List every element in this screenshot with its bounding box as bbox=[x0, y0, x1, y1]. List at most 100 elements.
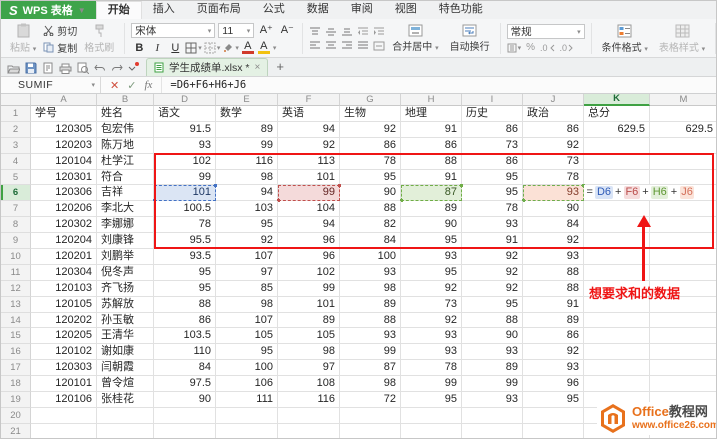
cell-E19[interactable]: 111 bbox=[216, 392, 278, 408]
cell-G9[interactable]: 84 bbox=[340, 233, 401, 249]
row-header-10[interactable]: 10 bbox=[1, 249, 31, 265]
cell-G8[interactable]: 82 bbox=[340, 217, 401, 233]
tab-data[interactable]: 数据 bbox=[296, 1, 340, 19]
cell-A15[interactable]: 120205 bbox=[31, 328, 97, 344]
print-icon[interactable] bbox=[59, 63, 72, 74]
cell-J12[interactable]: 88 bbox=[523, 281, 584, 297]
export-icon[interactable] bbox=[42, 62, 54, 74]
cell-H2[interactable]: 91 bbox=[401, 122, 462, 138]
cell-A7[interactable]: 120206 bbox=[31, 201, 97, 217]
cell-A16[interactable]: 120102 bbox=[31, 344, 97, 360]
cell-H20[interactable] bbox=[401, 408, 462, 424]
cell-F14[interactable]: 89 bbox=[278, 313, 340, 329]
cell-K17[interactable] bbox=[584, 360, 650, 376]
cell-J6[interactable]: 93 bbox=[523, 185, 584, 201]
align-bottom-icon[interactable] bbox=[341, 27, 353, 37]
cell-A3[interactable]: 120203 bbox=[31, 138, 97, 154]
row-header-7[interactable]: 7 bbox=[1, 201, 31, 217]
cell-F20[interactable] bbox=[278, 408, 340, 424]
cell-G17[interactable]: 87 bbox=[340, 360, 401, 376]
cell-E8[interactable]: 95 bbox=[216, 217, 278, 233]
cell-E2[interactable]: 89 bbox=[216, 122, 278, 138]
tab-view[interactable]: 视图 bbox=[384, 1, 428, 19]
cell-A11[interactable]: 120304 bbox=[31, 265, 97, 281]
close-tab-icon[interactable]: × bbox=[255, 62, 261, 73]
column-header-B[interactable]: B bbox=[97, 94, 154, 106]
distribute-icon[interactable] bbox=[373, 41, 385, 51]
align-top-icon[interactable] bbox=[309, 27, 321, 37]
cell-D9[interactable]: 95.5 bbox=[154, 233, 216, 249]
cell-F11[interactable]: 102 bbox=[278, 265, 340, 281]
cell-F12[interactable]: 99 bbox=[278, 281, 340, 297]
cell-A13[interactable]: 120105 bbox=[31, 297, 97, 313]
format-painter-button[interactable]: 格式刷 bbox=[80, 22, 118, 56]
cell-E20[interactable] bbox=[216, 408, 278, 424]
cell-D16[interactable]: 110 bbox=[154, 344, 216, 360]
cell-J4[interactable]: 73 bbox=[523, 154, 584, 170]
cell-F21[interactable] bbox=[278, 424, 340, 438]
cell-G13[interactable]: 89 bbox=[340, 297, 401, 313]
cell-I19[interactable]: 93 bbox=[462, 392, 523, 408]
cell-G18[interactable]: 98 bbox=[340, 376, 401, 392]
row-header-1[interactable]: 1 bbox=[1, 106, 31, 122]
cell-H15[interactable]: 93 bbox=[401, 328, 462, 344]
insert-function-icon[interactable]: fx bbox=[144, 79, 152, 91]
column-header-A[interactable]: A bbox=[31, 94, 97, 106]
cell-D5[interactable]: 99 bbox=[154, 170, 216, 186]
cell-J15[interactable]: 86 bbox=[523, 328, 584, 344]
cell-K3[interactable] bbox=[584, 138, 650, 154]
cell-M7[interactable] bbox=[650, 201, 716, 217]
cell-B14[interactable]: 孙玉敏 bbox=[97, 313, 154, 329]
undo-icon[interactable] bbox=[94, 63, 106, 73]
cell-E17[interactable]: 100 bbox=[216, 360, 278, 376]
cell-B15[interactable]: 王清华 bbox=[97, 328, 154, 344]
cell-J17[interactable]: 93 bbox=[523, 360, 584, 376]
cell-J13[interactable]: 91 bbox=[523, 297, 584, 313]
cell-D6[interactable]: 101 bbox=[154, 185, 216, 201]
cell-J19[interactable]: 95 bbox=[523, 392, 584, 408]
cell-A17[interactable]: 120303 bbox=[31, 360, 97, 376]
conditional-formatting-button[interactable]: 条件格式 ▾ bbox=[598, 22, 652, 56]
cell-A19[interactable]: 120106 bbox=[31, 392, 97, 408]
cell-I6[interactable]: 95 bbox=[462, 185, 523, 201]
cell-D4[interactable]: 102 bbox=[154, 154, 216, 170]
save-icon[interactable] bbox=[25, 62, 37, 74]
cell-B10[interactable]: 刘鹏举 bbox=[97, 249, 154, 265]
cell-E14[interactable]: 107 bbox=[216, 313, 278, 329]
table-style-button[interactable]: 表格样式 ▾ bbox=[655, 22, 709, 56]
row-header-15[interactable]: 15 bbox=[1, 328, 31, 344]
cell-D20[interactable] bbox=[154, 408, 216, 424]
cell-A18[interactable]: 120101 bbox=[31, 376, 97, 392]
row-header-14[interactable]: 14 bbox=[1, 313, 31, 329]
cell-E18[interactable]: 106 bbox=[216, 376, 278, 392]
cell-E13[interactable]: 98 bbox=[216, 297, 278, 313]
cell-H1[interactable]: 地理 bbox=[401, 106, 462, 122]
cell-J20[interactable] bbox=[523, 408, 584, 424]
draw-border-button[interactable]: ▾ bbox=[204, 42, 221, 54]
cell-H10[interactable]: 93 bbox=[401, 249, 462, 265]
cell-H18[interactable]: 99 bbox=[401, 376, 462, 392]
cell-D19[interactable]: 90 bbox=[154, 392, 216, 408]
row-header-18[interactable]: 18 bbox=[1, 376, 31, 392]
number-format-select[interactable]: 常规▾ bbox=[507, 24, 585, 39]
row-header-20[interactable]: 20 bbox=[1, 408, 31, 424]
cell-G5[interactable]: 95 bbox=[340, 170, 401, 186]
cell-A9[interactable]: 120204 bbox=[31, 233, 97, 249]
cell-A1[interactable]: 学号 bbox=[31, 106, 97, 122]
cell-E9[interactable]: 92 bbox=[216, 233, 278, 249]
cell-M2[interactable]: 629.5 bbox=[650, 122, 716, 138]
paste-button[interactable]: 粘贴 ▾ bbox=[6, 22, 40, 56]
cell-G15[interactable]: 93 bbox=[340, 328, 401, 344]
cell-E1[interactable]: 数学 bbox=[216, 106, 278, 122]
fill-color-button[interactable]: ▾ bbox=[222, 42, 239, 54]
cell-F10[interactable]: 96 bbox=[278, 249, 340, 265]
currency-format-button[interactable]: ▾ bbox=[507, 43, 522, 53]
customize-quick-access-button[interactable] bbox=[128, 64, 136, 72]
cell-H12[interactable]: 92 bbox=[401, 281, 462, 297]
column-header-F[interactable]: F bbox=[278, 94, 340, 106]
cell-J14[interactable]: 89 bbox=[523, 313, 584, 329]
formula-input[interactable]: =D6+F6+H6+J6 bbox=[162, 79, 246, 91]
column-header-M[interactable]: M bbox=[650, 94, 716, 106]
cell-G11[interactable]: 93 bbox=[340, 265, 401, 281]
cell-F3[interactable]: 92 bbox=[278, 138, 340, 154]
